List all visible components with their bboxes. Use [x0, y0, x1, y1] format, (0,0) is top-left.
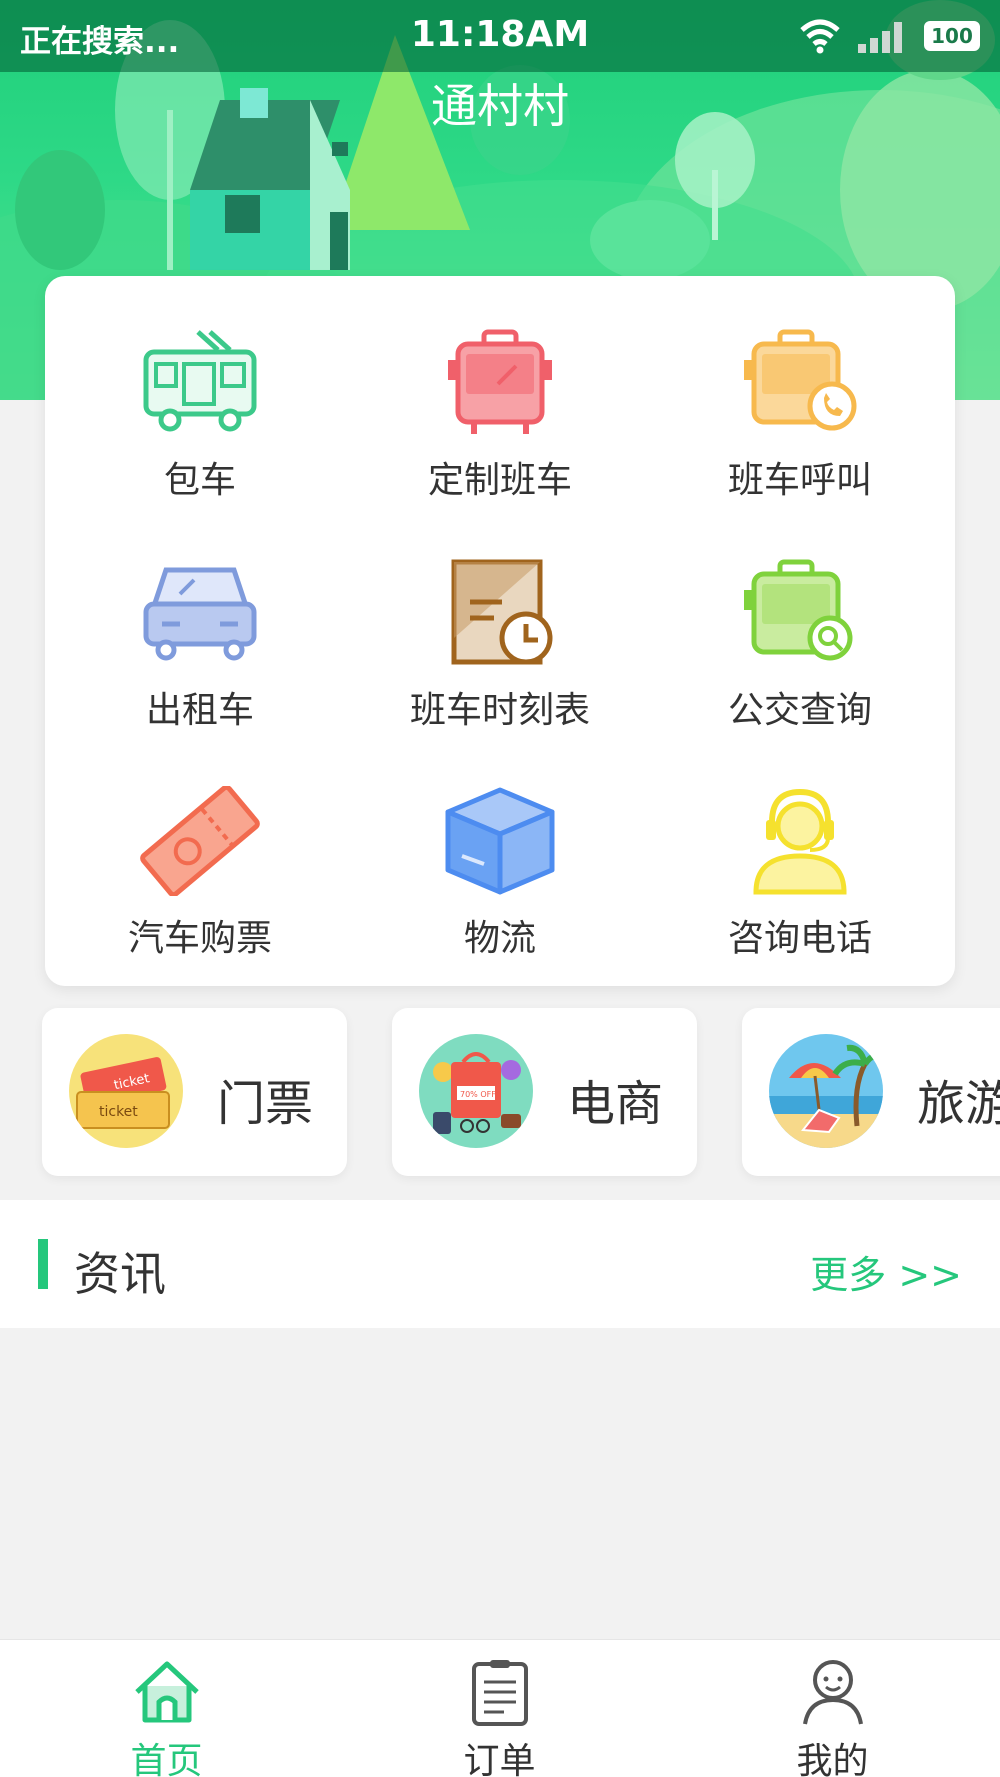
service-grid: 包车 定制班车 班车呼叫 出租车 班车时刻表 公交查询 汽车购票 物流 咨询电话: [45, 276, 955, 986]
beach-thumbnail: [769, 1034, 883, 1148]
service-label: 物流: [463, 918, 536, 959]
service-label: 包车: [163, 460, 236, 501]
news-title: 资讯: [74, 1247, 166, 1301]
service-taxi[interactable]: 出租车: [50, 516, 350, 736]
service-charter-bus[interactable]: 包车: [50, 286, 350, 506]
timetable-icon: [451, 559, 553, 665]
order-list-icon: [472, 1660, 528, 1726]
bottom-navigation: 首页 订单 我的: [0, 1639, 1000, 1777]
section-accent-bar: [38, 1239, 48, 1289]
service-hotline[interactable]: 咨询电话: [650, 744, 950, 964]
service-label: 班车呼叫: [727, 460, 872, 501]
profile-icon: [803, 1660, 863, 1725]
customer-service-icon: [753, 788, 847, 895]
status-indicators: 100: [798, 16, 980, 56]
app-title: 通村村: [431, 79, 569, 133]
service-bus-ticket[interactable]: 汽车购票: [50, 744, 350, 964]
category-label: 旅游: [917, 1076, 1000, 1132]
service-label: 出租车: [145, 690, 254, 731]
service-label: 班车时刻表: [409, 690, 590, 731]
service-label: 定制班车: [427, 460, 572, 501]
svg-text:ticket: ticket: [99, 1104, 138, 1120]
shuttle-bus-icon: [448, 329, 552, 434]
bus-icon: [143, 330, 257, 432]
shopping-thumbnail: 70% OFF: [419, 1034, 533, 1148]
category-card-ecommerce[interactable]: 70% OFF 电商: [392, 1008, 697, 1176]
service-custom-shuttle[interactable]: 定制班车: [350, 286, 650, 506]
news-more-link[interactable]: 更多 >>: [810, 1244, 962, 1299]
package-icon: [445, 787, 555, 895]
service-bus-search[interactable]: 公交查询: [650, 516, 950, 736]
signal-icon: [858, 22, 902, 53]
nav-label: 订单: [463, 1741, 536, 1777]
ticket-icon: [140, 786, 260, 896]
home-icon: [135, 1661, 199, 1723]
category-label: 门票: [217, 1076, 314, 1132]
service-bus-call[interactable]: 班车呼叫: [650, 286, 950, 506]
nav-tab-home[interactable]: 首页: [0, 1640, 333, 1777]
bus-search-icon: [744, 559, 853, 661]
news-section-header: 资讯 更多 >>: [0, 1200, 1000, 1328]
nav-label: 首页: [130, 1741, 203, 1777]
wifi-icon: [800, 19, 840, 54]
service-logistics[interactable]: 物流: [350, 744, 650, 964]
nav-label: 我的: [796, 1741, 869, 1777]
bus-call-icon: [744, 329, 857, 431]
category-label: 电商: [567, 1076, 664, 1132]
service-label: 汽车购票: [127, 918, 272, 959]
category-card-tickets[interactable]: ticket ticket 门票: [42, 1008, 347, 1176]
service-label: 咨询电话: [727, 918, 872, 959]
battery-icon: 100: [924, 21, 980, 51]
service-label: 公交查询: [727, 690, 872, 731]
nav-tab-profile[interactable]: 我的: [666, 1640, 999, 1777]
service-timetable[interactable]: 班车时刻表: [350, 516, 650, 736]
status-bar: 正在搜索... 11:18AM 100: [0, 0, 1000, 72]
taxi-icon: [143, 567, 257, 661]
nav-tab-orders[interactable]: 订单: [333, 1640, 666, 1777]
svg-text:70% OFF: 70% OFF: [460, 1090, 496, 1099]
tickets-thumbnail: ticket ticket: [69, 1034, 183, 1148]
category-card-travel[interactable]: 旅游: [742, 1008, 1000, 1176]
